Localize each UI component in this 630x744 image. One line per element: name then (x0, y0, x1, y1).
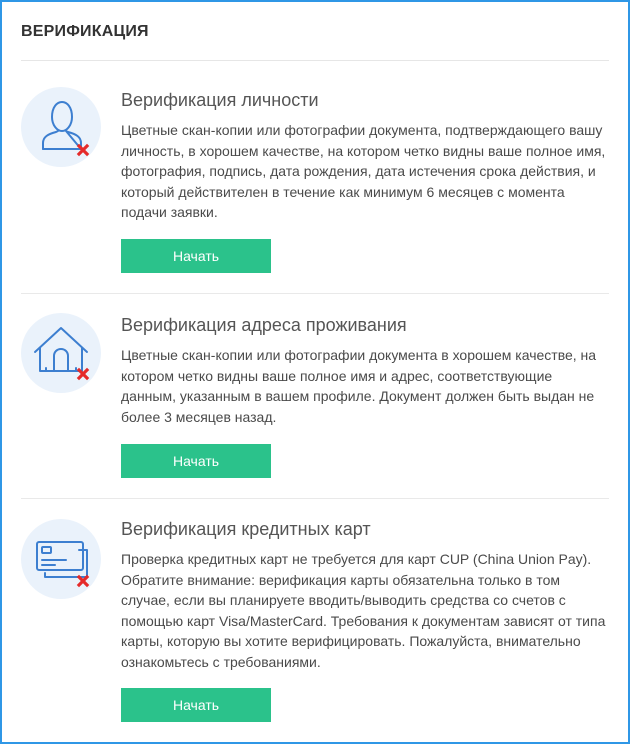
credit-card-section-title: Верификация кредитных карт (121, 519, 371, 539)
identity-section-description: Цветные скан-копии или фотографии докуме… (121, 122, 606, 220)
not-verified-x-icon (76, 574, 90, 588)
credit-card-start-button[interactable]: Начать (121, 688, 271, 722)
identity-verification-section: Верификация личности Цветные скан-копии … (21, 61, 609, 294)
identity-start-button[interactable]: Начать (121, 239, 271, 273)
credit-card-section-description: Проверка кредитных карт не требуется для… (121, 551, 606, 670)
address-section-title: Верификация адреса проживания (121, 315, 407, 335)
identity-section-title: Верификация личности (121, 90, 319, 110)
credit-card-verification-section: Верификация кредитных карт Проверка кред… (21, 499, 609, 734)
user-icon (21, 87, 101, 167)
credit-card-icon (21, 519, 101, 599)
house-icon (21, 313, 101, 393)
address-start-button[interactable]: Начать (121, 444, 271, 478)
not-verified-x-icon (76, 143, 90, 157)
not-verified-x-icon (76, 367, 90, 381)
verification-panel: ВЕРИФИКАЦИЯ Верификация личности Цветные… (0, 0, 630, 744)
page-title: ВЕРИФИКАЦИЯ (21, 23, 149, 40)
address-section-description: Цветные скан-копии или фотографии докуме… (121, 347, 597, 425)
address-verification-section: Верификация адреса проживания Цветные ск… (21, 294, 609, 499)
